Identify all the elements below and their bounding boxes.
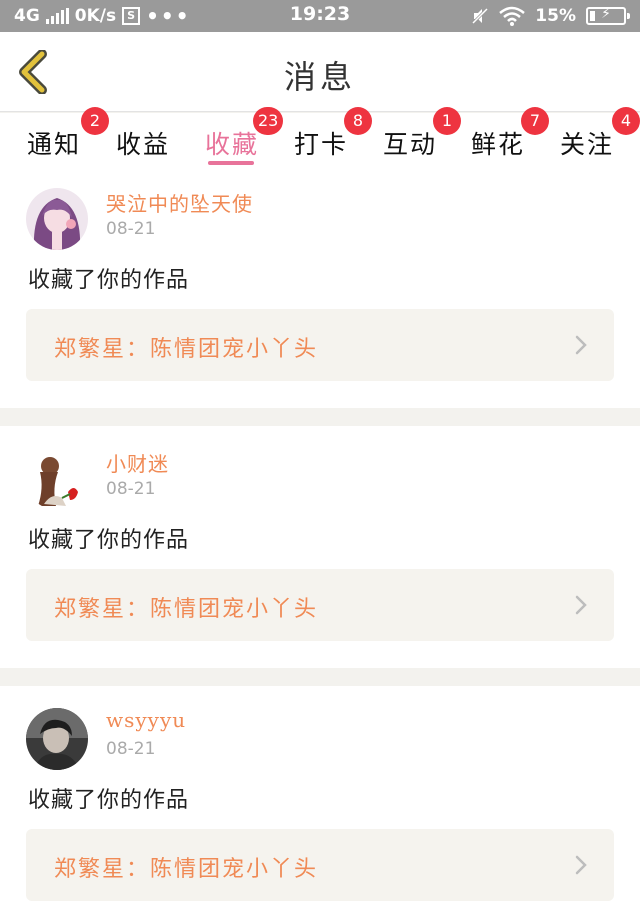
action-text: 收藏了你的作品 [28, 528, 190, 553]
username[interactable]: wsyyyu [106, 708, 186, 732]
tab-label: 通知 [27, 130, 82, 159]
avatar[interactable] [26, 188, 88, 250]
timestamp: 08-21 [106, 479, 156, 499]
charging-icon: ⚡ [601, 6, 611, 22]
notification-card: 哭泣中的坠天使 08-21 收藏了你的作品 郑繁星：陈情团宠小丫头 [0, 166, 640, 408]
tab-badge: 8 [344, 107, 372, 135]
tab-label: 收益 [116, 130, 171, 159]
status-right: 15% ⚡ [471, 4, 630, 28]
battery-percent: 15% [535, 6, 576, 26]
app-header: 消息 [0, 32, 640, 112]
work-link[interactable]: 郑繁星：陈情团宠小丫头 [26, 569, 614, 641]
active-tab-indicator [208, 161, 254, 165]
avatar[interactable] [26, 448, 88, 510]
status-bar: 4G 0K/s S ••• 19:23 15% ⚡ [0, 0, 640, 32]
tab-badge: 7 [521, 107, 549, 135]
notification-card: wsyyyu 08-21 收藏了你的作品 郑繁星：陈情团宠小丫头 [0, 686, 640, 920]
work-title: 郑繁星：陈情团宠小丫头 [54, 597, 319, 622]
timestamp: 08-21 [106, 739, 156, 759]
tab-label: 关注 [560, 130, 615, 159]
tab-label: 互动 [383, 130, 438, 159]
avatar[interactable] [26, 708, 88, 770]
tab-label: 打卡 [294, 130, 349, 159]
work-link[interactable]: 郑繁星：陈情团宠小丫头 [26, 829, 614, 901]
tab-bar: 通知 2 收益 收藏 23 打卡 8 互动 1 鲜花 7 关注 4 [0, 107, 640, 171]
chevron-right-icon [575, 855, 587, 875]
action-text: 收藏了你的作品 [28, 268, 190, 293]
tab-badge: 23 [253, 107, 284, 135]
username[interactable]: 小财迷 [106, 448, 169, 477]
page-title: 消息 [283, 58, 356, 96]
tab-label: 收藏 [205, 130, 260, 159]
tab-badge: 1 [433, 107, 461, 135]
work-title: 郑繁星：陈情团宠小丫头 [54, 337, 319, 362]
work-link[interactable]: 郑繁星：陈情团宠小丫头 [26, 309, 614, 381]
mute-icon [472, 7, 489, 25]
work-title: 郑繁星：陈情团宠小丫头 [54, 857, 319, 882]
tab-badge: 2 [81, 107, 109, 135]
tab-badge: 4 [612, 107, 640, 135]
timestamp: 08-21 [106, 219, 156, 239]
tab-label: 鲜花 [471, 130, 526, 159]
action-text: 收藏了你的作品 [28, 788, 190, 813]
notification-card: 小财迷 08-21 收藏了你的作品 郑繁星：陈情团宠小丫头 [0, 426, 640, 668]
username[interactable]: 哭泣中的坠天使 [106, 188, 253, 217]
chevron-right-icon [575, 595, 587, 615]
wifi-icon [499, 6, 526, 26]
battery-icon: ⚡ [586, 6, 630, 25]
chevron-right-icon [575, 335, 587, 355]
